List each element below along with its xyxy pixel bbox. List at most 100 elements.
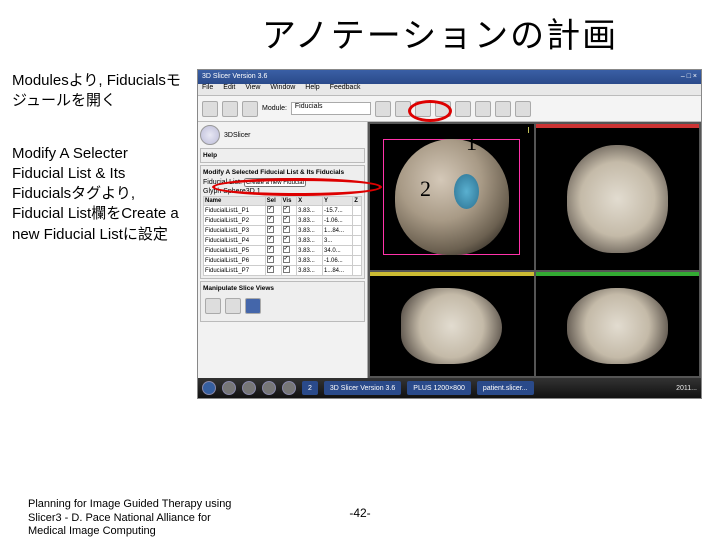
toolbar-button[interactable]: [242, 101, 258, 117]
menu-window[interactable]: Window: [270, 84, 295, 95]
callout-number-2: 2: [420, 176, 431, 202]
toolbar-button[interactable]: [395, 101, 411, 117]
table-cell: [265, 266, 281, 276]
table-cell: FiducialList1_P3: [204, 226, 266, 236]
fiducial-list-select[interactable]: [244, 178, 306, 187]
table-cell: -15.7...: [322, 206, 352, 216]
table-cell: 34.0...: [322, 246, 352, 256]
instruction-step-1: Modulesより, Fiducialsモジュールを開く: [10, 69, 185, 114]
table-cell: [281, 236, 297, 246]
toolbar-button[interactable]: [515, 101, 531, 117]
toolbar-button[interactable]: [222, 101, 238, 117]
toolbar-button[interactable]: [202, 101, 218, 117]
slice-btn[interactable]: [225, 298, 241, 314]
th: Z: [353, 197, 362, 206]
callout-number-1: 1: [466, 130, 477, 156]
table-cell: [265, 246, 281, 256]
table-cell: [353, 246, 362, 256]
logo-row: 3DSlicer: [200, 124, 365, 146]
fiducial-table[interactable]: Name Sel Vis X Y Z FiducialList1_P13.83.…: [203, 196, 362, 276]
menu-edit[interactable]: Edit: [223, 84, 235, 95]
module-selector[interactable]: Fiducials: [291, 102, 371, 115]
table-row[interactable]: FiducialList1_P1 3.83...-15.7...: [204, 206, 362, 216]
panel-manipulate-section: Manipulate Slice Views: [200, 281, 365, 322]
side-panel: 3DSlicer Help Modify A Selected Fiducial…: [198, 122, 368, 378]
table-cell: 1...84...: [322, 226, 352, 236]
table-cell: [281, 246, 297, 256]
table-cell: 3...: [322, 236, 352, 246]
content-area: Modulesより, Fiducialsモジュールを開く Modify A Se…: [0, 57, 720, 399]
panel-manip-head: Manipulate Slice Views: [203, 284, 362, 293]
toolbar-button[interactable]: [375, 101, 391, 117]
taskbar-tab[interactable]: 3D Slicer Version 3.6: [324, 381, 401, 395]
menu-help[interactable]: Help: [305, 84, 319, 95]
taskbar-icon[interactable]: [262, 381, 276, 395]
taskbar-icon[interactable]: [222, 381, 236, 395]
taskbar-icon[interactable]: [242, 381, 256, 395]
toolbar-button[interactable]: [435, 101, 451, 117]
fiducial-list-label: Fiducial List:: [203, 179, 242, 186]
table-row[interactable]: FiducialList1_P4 3.83...3...: [204, 236, 362, 246]
table-row[interactable]: FiducialList1_P33.83...1...84...: [204, 226, 362, 236]
table-cell: 3.83...: [297, 216, 323, 226]
panel-modify-head: Modify A Selected Fiducial List & Its Fi…: [203, 168, 362, 177]
view-3d[interactable]: I: [370, 124, 534, 270]
table-cell: [353, 256, 362, 266]
table-row[interactable]: FiducialList1_P23.83...-1.06...: [204, 216, 362, 226]
table-cell: FiducialList1_P5: [204, 246, 266, 256]
app-body: 3DSlicer Help Modify A Selected Fiducial…: [198, 122, 701, 378]
slice-btn[interactable]: [205, 298, 221, 314]
menu-file[interactable]: File: [202, 84, 213, 95]
view-axial[interactable]: [536, 124, 700, 270]
start-icon[interactable]: [202, 381, 216, 395]
screenshot-area: 3D Slicer Version 3.6 – □ × File Edit Vi…: [197, 69, 710, 399]
window-titlebar: 3D Slicer Version 3.6 – □ ×: [198, 70, 701, 84]
taskbar-tab[interactable]: 2: [302, 381, 318, 395]
toolbar-button[interactable]: [455, 101, 471, 117]
table-cell: [265, 206, 281, 216]
axis-letter: I: [527, 126, 529, 135]
table-cell: [265, 236, 281, 246]
table-cell: [353, 206, 362, 216]
window-controls[interactable]: – □ ×: [681, 70, 697, 84]
table-cell: [281, 206, 297, 216]
panel-modify-section: Modify A Selected Fiducial List & Its Fi…: [200, 165, 365, 279]
th: Y: [322, 197, 352, 206]
glyph-row: Glyph Sphere3D 1: [203, 188, 362, 195]
brain-3d-render: [395, 139, 509, 256]
window-title-text: 3D Slicer Version 3.6: [202, 70, 267, 84]
taskbar-tab[interactable]: patient.slicer...: [477, 381, 534, 395]
taskbar-clock: 2011...: [676, 385, 697, 392]
table-row[interactable]: FiducialList1_P63.83...-1.06...: [204, 256, 362, 266]
menu-view[interactable]: View: [245, 84, 260, 95]
footer-attribution: Planning for Image Guided Therapy using …: [28, 498, 248, 538]
table-cell: 3.83...: [297, 256, 323, 266]
table-cell: 3.83...: [297, 246, 323, 256]
toolbar-button[interactable]: [495, 101, 511, 117]
taskbar-icon[interactable]: [282, 381, 296, 395]
table-cell: 3.83...: [297, 236, 323, 246]
table-cell: [353, 266, 362, 276]
table-cell: FiducialList1_P4: [204, 236, 266, 246]
view-sagittal[interactable]: [370, 272, 534, 376]
toolbar-button[interactable]: [415, 101, 431, 117]
table-cell: 3.83...: [297, 206, 323, 216]
slide-title: アノテーションの計画: [0, 0, 720, 57]
table-cell: [265, 256, 281, 266]
view-grid: I: [368, 122, 701, 378]
table-cell: FiducialList1_P1: [204, 206, 266, 216]
table-cell: 3.83...: [297, 266, 323, 276]
table-cell: [353, 226, 362, 236]
table-row[interactable]: FiducialList1_P73.83...1...84...: [204, 266, 362, 276]
table-row[interactable]: FiducialList1_P5 3.83...34.0...: [204, 246, 362, 256]
toolbar-button[interactable]: [475, 101, 491, 117]
menu-feedback[interactable]: Feedback: [330, 84, 361, 95]
view-coronal[interactable]: [536, 272, 700, 376]
taskbar-tab[interactable]: PLUS 1200×800: [407, 381, 471, 395]
menu-bar[interactable]: File Edit View Window Help Feedback: [198, 84, 701, 96]
table-cell: [265, 216, 281, 226]
slice-btn[interactable]: [245, 298, 261, 314]
table-cell: FiducialList1_P6: [204, 256, 266, 266]
table-cell: [281, 256, 297, 266]
table-cell: -1.06...: [322, 216, 352, 226]
